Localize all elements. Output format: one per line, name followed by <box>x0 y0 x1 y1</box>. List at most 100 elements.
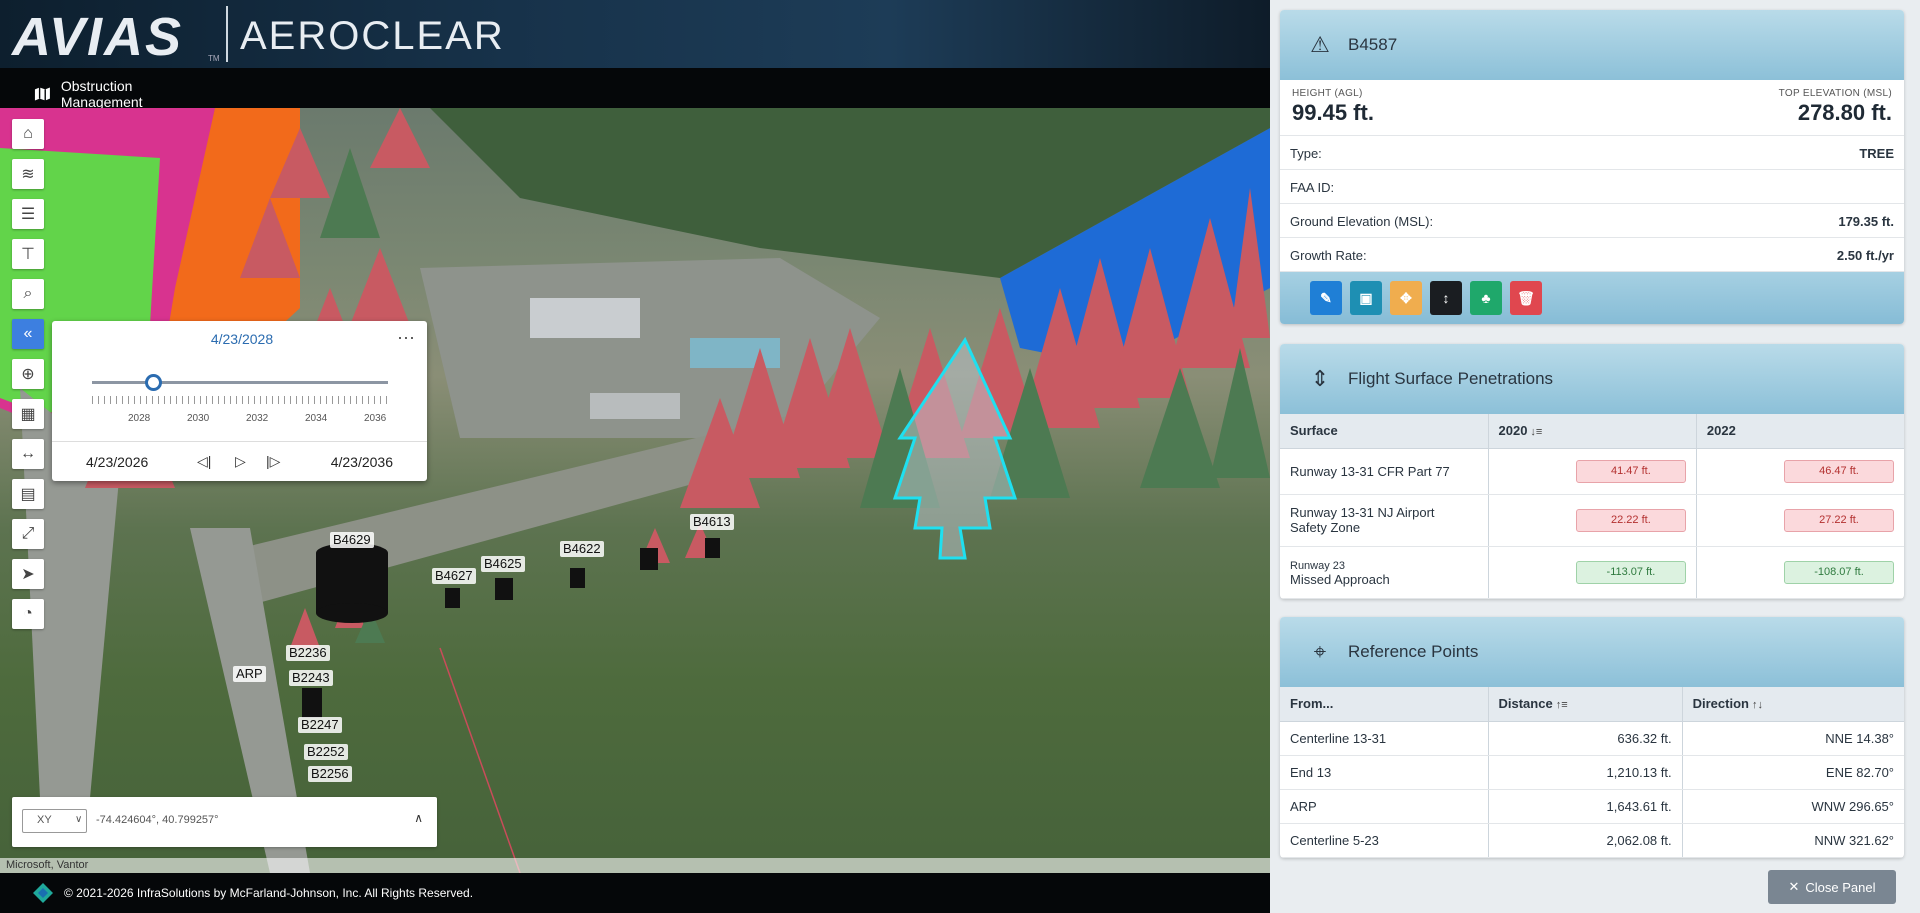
play-icon[interactable]: ▷ <box>235 453 246 470</box>
compass-icon[interactable]: ➤ <box>12 559 44 589</box>
coord-mode-value: XY <box>37 814 52 826</box>
delete-button[interactable]: 🗑 <box>1510 281 1542 315</box>
obstruction-id: B4587 <box>1348 35 1398 54</box>
height-value: 99.45 ft. <box>1292 100 1374 125</box>
document-button[interactable]: ▣ <box>1350 281 1382 315</box>
current-date: 4/23/2028 <box>210 331 274 347</box>
trees-button[interactable]: ♣ <box>1470 281 1502 315</box>
penetrations-table: Surface 2020 ↓≡ 2022 Runway 13-31 CFR Par… <box>1280 414 1904 599</box>
measure-icon[interactable]: ↔ <box>12 439 44 469</box>
map-attribution: Microsoft, Vantor <box>0 858 1270 873</box>
obstruction-label[interactable]: B2247 <box>298 717 342 733</box>
table-row[interactable]: End 13 1,210.13 ft. ENE 82.70° <box>1280 755 1904 790</box>
fullscreen-icon[interactable]: ⤢ <box>12 519 44 549</box>
row-label: Type: <box>1290 146 1322 161</box>
move-button[interactable]: ✥ <box>1390 281 1422 315</box>
add-point-icon[interactable]: ⊕ <box>12 359 44 389</box>
globe-icon[interactable]: ◔ <box>12 599 44 629</box>
table-row[interactable]: Runway 13-31 CFR Part 77 41.47 ft. 46.47… <box>1280 448 1904 495</box>
col-distance[interactable]: Distance ↑≡ <box>1488 687 1683 722</box>
obstruction-label[interactable]: B4627 <box>432 568 476 584</box>
year-labels: 2028 2030 2032 2034 2036 <box>52 413 432 427</box>
arp-label[interactable]: ARP <box>233 666 266 682</box>
logo-divider <box>226 6 228 62</box>
height-summary: HEIGHT (AGL) 99.45 ft. TOP ELEVATION (MS… <box>1280 80 1904 136</box>
ground-elevation-row: Ground Elevation (MSL): 179.35 ft. <box>1280 204 1904 238</box>
height-label: HEIGHT (AGL) <box>1292 88 1363 99</box>
grid-icon[interactable]: ▦ <box>12 399 44 429</box>
start-date: 4/23/2026 <box>86 453 149 470</box>
penetration-value: -108.07 ft. <box>1784 560 1894 584</box>
aeroclear-logo: AEROCLEAR <box>240 14 505 58</box>
avias-logo: AVIAS <box>12 7 184 67</box>
surface-cell: Runway 13-31 CFR Part 77 <box>1280 448 1489 495</box>
edit-button[interactable]: ✎ <box>1310 281 1342 315</box>
obstruction-label[interactable]: B4629 <box>330 532 374 548</box>
col-2020[interactable]: 2020 ↓≡ <box>1488 414 1697 449</box>
end-date: 4/23/2036 <box>330 453 393 470</box>
obstruction-label[interactable]: B4625 <box>481 556 525 572</box>
table-row[interactable]: Centerline 13-31 636.32 ft. NNE 14.38° <box>1280 721 1904 756</box>
close-icon: ✕ <box>1788 879 1800 894</box>
row-label: Ground Elevation (MSL): <box>1290 214 1434 229</box>
top-elevation-value: 278.80 ft. <box>1797 100 1892 125</box>
table-row[interactable]: Runway 23 Missed Approach -113.07 ft. -10… <box>1280 546 1904 599</box>
list-icon[interactable]: ☰ <box>12 199 44 229</box>
col-from[interactable]: From... <box>1280 687 1489 722</box>
obstruction-label[interactable]: B4622 <box>560 541 604 557</box>
sort-icon: ↓≡ <box>1530 426 1543 439</box>
coord-mode-select[interactable]: XY ∨ <box>22 809 87 833</box>
table-row[interactable]: ARP 1,643.61 ft. WNW 296.65° <box>1280 789 1904 824</box>
obstruction-label[interactable]: B2236 <box>286 645 330 661</box>
chevron-up-icon[interactable]: ∧ <box>414 811 423 825</box>
col-direction[interactable]: Direction ↑↓ <box>1682 687 1904 722</box>
action-bar: ✎ ▣ ✥ ↕ ♣ 🗑 <box>1280 272 1904 324</box>
map-view[interactable]: B4629 B4627 B4625 B4622 B4613 B2236 B224… <box>0 108 1270 873</box>
table-row[interactable]: Centerline 5-23 2,062.08 ft. NNW 321.62° <box>1280 823 1904 858</box>
penetration-value: 22.22 ft. <box>1575 508 1686 532</box>
app-footer: © 2021-2026 InfraSolutions by McFarland-… <box>0 873 1270 913</box>
previous-icon[interactable]: ◁| <box>197 453 211 470</box>
obstruction-label[interactable]: B4613 <box>690 514 734 530</box>
reference-card: ⌖ Reference Points From... Distance ↑≡ Di… <box>1280 617 1904 858</box>
height-button[interactable]: ↕ <box>1430 281 1462 315</box>
search-map-icon[interactable]: ⌕ <box>12 279 44 309</box>
obstruction-label[interactable]: B2256 <box>308 766 352 782</box>
close-panel-button[interactable]: ✕ Close Panel <box>1768 870 1896 904</box>
close-label: Close Panel <box>1805 879 1876 895</box>
obstruction-card: ⚠ B4587 HEIGHT (AGL) 99.45 ft. TOP ELEVA… <box>1280 10 1904 324</box>
layers-icon[interactable]: ≋ <box>12 159 44 189</box>
type-row: Type: TREE <box>1280 136 1904 170</box>
penetrations-title: Flight Surface Penetrations <box>1348 369 1554 388</box>
row-value: 2.50 ft./yr <box>1836 248 1894 263</box>
col-surface[interactable]: Surface <box>1280 414 1489 449</box>
next-icon[interactable]: |▷ <box>266 453 280 470</box>
penetration-value: 41.47 ft. <box>1575 459 1686 483</box>
collapse-icon[interactable]: « <box>12 319 44 349</box>
report-icon[interactable]: ▤ <box>12 479 44 509</box>
slider-thumb[interactable] <box>145 374 162 391</box>
more-options-icon[interactable]: ··· <box>397 327 415 348</box>
infrasolutions-logo <box>33 883 53 903</box>
col-2022[interactable]: 2022 <box>1696 414 1904 449</box>
filter-icon[interactable]: ⊤ <box>12 239 44 269</box>
penetration-icon: ⇕ <box>1310 366 1330 391</box>
year-label: 2030 <box>187 413 210 424</box>
home-icon[interactable]: ⌂ <box>12 119 44 149</box>
slider-controls: 4/23/2026 ◁| ▷ |▷ 4/23/2036 <box>52 441 427 481</box>
coordinate-readout: XY ∨ -74.424604°, 40.799257° ∧ <box>12 797 437 847</box>
obstruction-label[interactable]: B2243 <box>289 670 333 686</box>
time-slider-panel: 4/23/2028 ··· 2028 2030 2032 2034 2036 4… <box>52 321 427 481</box>
row-label: Growth Rate: <box>1290 248 1367 263</box>
slider-track[interactable] <box>92 381 388 384</box>
table-row[interactable]: Runway 13-31 NJ Airport Safety Zone 22.22… <box>1280 494 1904 547</box>
sub-navigation: Obstruction Management <box>0 68 1270 118</box>
road-line <box>439 647 521 873</box>
year-label: 2032 <box>246 413 269 424</box>
map-icon <box>34 87 50 101</box>
slider-ticks <box>92 396 388 404</box>
warning-icon: ⚠ <box>1310 32 1330 57</box>
reference-title: Reference Points <box>1348 642 1479 661</box>
surface-cell: Runway 23 Missed Approach <box>1280 546 1489 599</box>
obstruction-label[interactable]: B2252 <box>304 744 348 760</box>
